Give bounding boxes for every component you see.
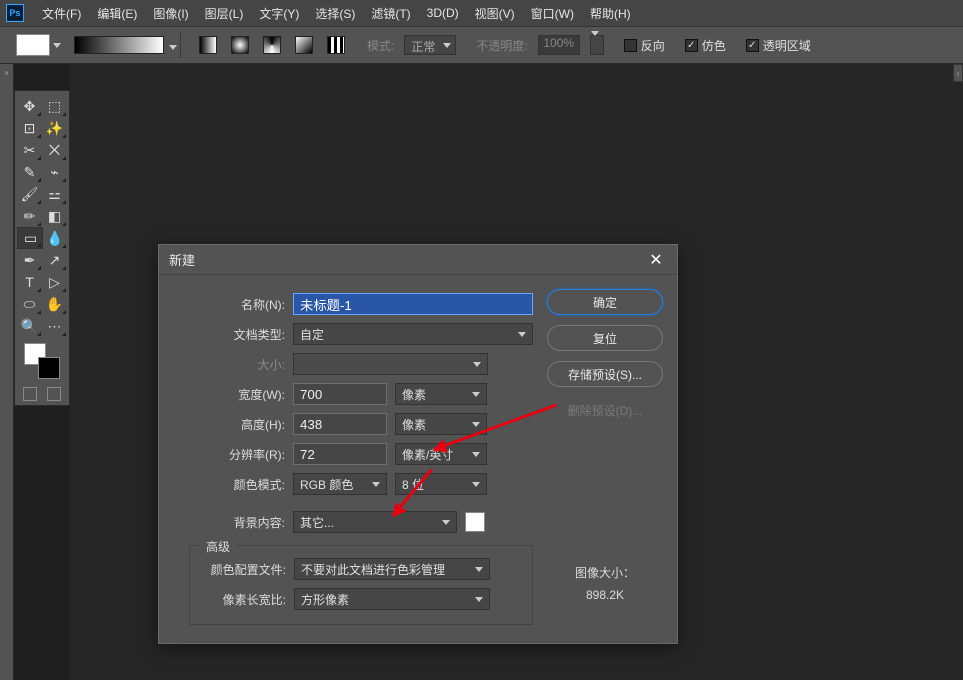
width-unit-select[interactable]: 像素 bbox=[395, 383, 487, 405]
reset-button[interactable]: 复位 bbox=[547, 325, 663, 351]
menu-edit[interactable]: 编辑(E) bbox=[89, 0, 145, 26]
name-input[interactable] bbox=[293, 293, 533, 315]
tool-9-0[interactable]: ⬭ bbox=[17, 293, 42, 315]
tool-8-1[interactable]: ▷ bbox=[42, 271, 67, 293]
gradient-diamond-icon[interactable] bbox=[327, 36, 345, 54]
ok-button[interactable]: 确定 bbox=[547, 289, 663, 315]
tool-10-0[interactable]: 🔍 bbox=[17, 315, 42, 337]
profile-select[interactable]: 不要对此文档进行色彩管理 bbox=[294, 558, 490, 580]
tool-8-0[interactable]: T bbox=[17, 271, 42, 293]
size-select bbox=[293, 353, 488, 375]
tool-3-0[interactable]: ✎ bbox=[17, 161, 42, 183]
new-document-dialog: 新建 ✕ 名称(N): 文档类型: 自定 大小: 宽度(W): 像素 高度(H bbox=[158, 244, 678, 644]
tool-1-0[interactable]: ⊡ bbox=[17, 117, 42, 139]
menu-image[interactable]: 图像(I) bbox=[145, 0, 196, 26]
menu-3d[interactable]: 3D(D) bbox=[419, 0, 467, 26]
colormode-select[interactable]: RGB 颜色 bbox=[293, 473, 387, 495]
opacity-input[interactable]: 100% bbox=[538, 35, 580, 55]
right-dock-toggle[interactable]: ‹ bbox=[953, 64, 963, 82]
tool-1-1[interactable]: ✨ bbox=[42, 117, 67, 139]
app-logo: Ps bbox=[6, 4, 24, 22]
colormode-label: 颜色模式: bbox=[163, 476, 293, 493]
size-label: 大小: bbox=[163, 356, 293, 373]
menu-type[interactable]: 文字(Y) bbox=[251, 0, 307, 26]
tool-7-0[interactable]: ✒ bbox=[17, 249, 42, 271]
tool-2-1[interactable]: ⨉ bbox=[42, 139, 67, 161]
quickmask-icon[interactable] bbox=[23, 387, 37, 401]
tool-6-0[interactable]: ▭ bbox=[17, 227, 43, 249]
height-unit-select[interactable]: 像素 bbox=[395, 413, 487, 435]
menu-file[interactable]: 文件(F) bbox=[34, 0, 89, 26]
preset-label: 文档类型: bbox=[163, 326, 293, 343]
opacity-dropdown[interactable] bbox=[590, 35, 604, 55]
tool-3-1[interactable]: ⌁ bbox=[42, 161, 67, 183]
background-swatch[interactable] bbox=[465, 512, 485, 532]
tool-0-0[interactable]: ✥ bbox=[17, 95, 42, 117]
mode-label: 模式: bbox=[367, 37, 394, 54]
tool-4-0[interactable]: 🖌 bbox=[17, 183, 42, 205]
menu-select[interactable]: 选择(S) bbox=[307, 0, 363, 26]
tool-0-1[interactable]: ⬚ bbox=[42, 95, 67, 117]
dialog-titlebar[interactable]: 新建 ✕ bbox=[159, 245, 677, 275]
advanced-group: 高级 颜色配置文件: 不要对此文档进行色彩管理 像素长宽比: 方形像素 bbox=[189, 545, 533, 625]
name-label: 名称(N): bbox=[163, 296, 293, 313]
menu-filter[interactable]: 滤镜(T) bbox=[363, 0, 418, 26]
delete-preset-button: 删除预设(D)... bbox=[547, 397, 663, 423]
background-color[interactable] bbox=[38, 357, 60, 379]
bitdepth-select[interactable]: 8 位 bbox=[395, 473, 487, 495]
gradient-linear-icon[interactable] bbox=[199, 36, 217, 54]
tool-6-1[interactable]: 💧 bbox=[43, 227, 67, 249]
tool-9-1[interactable]: ✋ bbox=[42, 293, 67, 315]
options-bar: 模式: 正常 不透明度: 100% 反向 仿色 透明区域 bbox=[0, 26, 963, 64]
tool-5-1[interactable]: ◧ bbox=[42, 205, 67, 227]
pixelaspect-select[interactable]: 方形像素 bbox=[294, 588, 490, 610]
width-input[interactable] bbox=[293, 383, 387, 405]
tool-7-1[interactable]: ↗ bbox=[42, 249, 67, 271]
background-select[interactable]: 其它... bbox=[293, 511, 457, 533]
dialog-title: 新建 bbox=[169, 250, 195, 269]
advanced-label: 高级 bbox=[200, 538, 236, 555]
gradient-preview[interactable] bbox=[74, 36, 164, 54]
tool-10-1[interactable]: ⋯ bbox=[42, 315, 67, 337]
toolbox: ✥⬚⊡✨✂⨉✎⌁🖌⚍✏◧▭💧✒↗T▷⬭✋🔍⋯ bbox=[14, 90, 70, 406]
menu-window[interactable]: 窗口(W) bbox=[523, 0, 582, 26]
close-icon[interactable]: ✕ bbox=[645, 249, 667, 271]
dither-checkbox[interactable]: 仿色 bbox=[685, 37, 726, 54]
menu-bar: Ps 文件(F) 编辑(E) 图像(I) 图层(L) 文字(Y) 选择(S) 滤… bbox=[0, 0, 963, 26]
tool-5-0[interactable]: ✏ bbox=[17, 205, 42, 227]
gradient-radial-icon[interactable] bbox=[231, 36, 249, 54]
mode-select[interactable]: 正常 bbox=[404, 35, 456, 55]
resolution-input[interactable] bbox=[293, 443, 387, 465]
background-label: 背景内容: bbox=[163, 514, 293, 531]
preset-select[interactable]: 自定 bbox=[293, 323, 533, 345]
gradient-angle-icon[interactable] bbox=[263, 36, 281, 54]
transparency-checkbox[interactable]: 透明区域 bbox=[746, 37, 811, 54]
tool-preset-picker[interactable] bbox=[16, 34, 50, 56]
resolution-label: 分辨率(R): bbox=[163, 446, 293, 463]
tool-2-0[interactable]: ✂ bbox=[17, 139, 42, 161]
separator bbox=[180, 32, 181, 58]
gradient-reflected-icon[interactable] bbox=[295, 36, 313, 54]
opacity-label: 不透明度: bbox=[476, 37, 527, 54]
reverse-checkbox[interactable]: 反向 bbox=[624, 37, 665, 54]
width-label: 宽度(W): bbox=[163, 386, 293, 403]
profile-label: 颜色配置文件: bbox=[190, 561, 294, 578]
pixelaspect-label: 像素长宽比: bbox=[190, 591, 294, 608]
screenmode-icon[interactable] bbox=[47, 387, 61, 401]
menu-view[interactable]: 视图(V) bbox=[467, 0, 523, 26]
left-dock-strip: » bbox=[0, 64, 14, 680]
image-size-info: 图像大小： 898.2K bbox=[547, 563, 663, 606]
save-preset-button[interactable]: 存储预设(S)... bbox=[547, 361, 663, 387]
height-label: 高度(H): bbox=[163, 416, 293, 433]
menu-help[interactable]: 帮助(H) bbox=[582, 0, 639, 26]
tool-4-1[interactable]: ⚍ bbox=[42, 183, 67, 205]
menu-layer[interactable]: 图层(L) bbox=[197, 0, 252, 26]
height-input[interactable] bbox=[293, 413, 387, 435]
